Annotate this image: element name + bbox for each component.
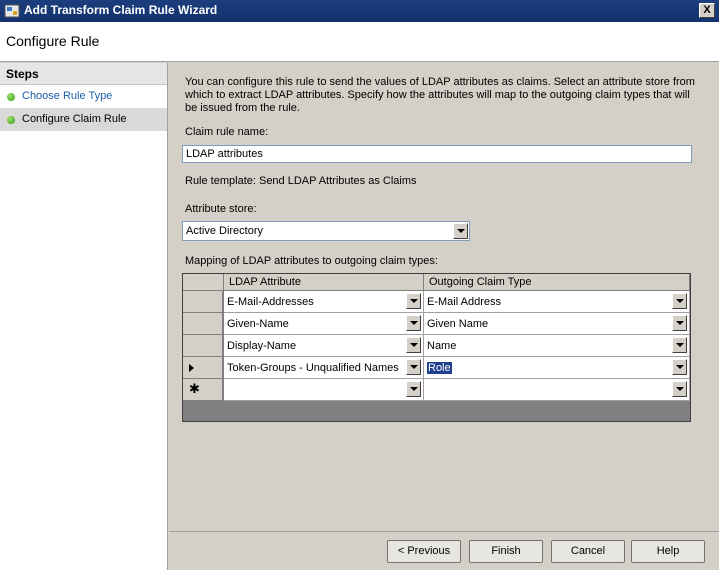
row-header[interactable] — [183, 313, 223, 335]
steps-pane: Steps Choose Rule Type Configure Claim R… — [0, 63, 168, 570]
row-header[interactable] — [183, 291, 223, 313]
attribute-store-select[interactable]: Active Directory — [182, 221, 470, 241]
ldap-attribute-cell[interactable]: Token-Groups - Unqualified Names — [224, 357, 424, 379]
app-icon — [4, 4, 20, 18]
chevron-down-icon[interactable] — [672, 293, 687, 309]
ldap-attribute-cell[interactable]: Given-Name — [224, 313, 424, 335]
ldap-attribute-cell[interactable]: E-Mail-Addresses — [224, 291, 424, 313]
ldap-attribute-value: E-Mail-Addresses — [227, 296, 314, 308]
claim-type-value: Name — [427, 340, 457, 352]
new-row-asterisk-icon: ✱ — [189, 381, 200, 396]
previous-button[interactable]: < Previous — [387, 540, 461, 563]
chevron-down-icon[interactable] — [406, 315, 421, 331]
help-button[interactable]: Help — [631, 540, 705, 563]
row-header-current[interactable] — [183, 357, 223, 379]
row-header[interactable] — [183, 335, 223, 357]
claim-type-cell[interactable]: Role — [424, 357, 690, 379]
ldap-attribute-value: Given-Name — [227, 318, 289, 330]
chevron-down-icon[interactable] — [453, 223, 468, 239]
chevron-down-icon[interactable] — [672, 315, 687, 331]
configure-rule-panel: You can configure this rule to send the … — [169, 63, 719, 531]
cancel-button[interactable]: Cancel — [551, 540, 625, 563]
page-title: Configure Rule — [6, 33, 100, 49]
step-current-icon — [7, 116, 15, 124]
attribute-store-value: Active Directory — [186, 225, 264, 237]
chevron-down-icon[interactable] — [406, 359, 421, 375]
claim-type-cell[interactable] — [424, 379, 690, 401]
chevron-down-icon[interactable] — [672, 337, 687, 353]
mapping-grid: LDAP Attribute Outgoing Claim Type E-Mai… — [182, 273, 691, 422]
claim-rule-name-label: Claim rule name: — [185, 126, 269, 138]
step-label: Configure Claim Rule — [22, 113, 127, 125]
claim-type-cell[interactable]: Given Name — [424, 313, 690, 335]
claim-rule-name-input[interactable]: LDAP attributes — [182, 145, 692, 163]
claim-type-cell[interactable]: E-Mail Address — [424, 291, 690, 313]
window-title: Add Transform Claim Rule Wizard — [24, 3, 218, 17]
column-header-outgoing-claim-type[interactable]: Outgoing Claim Type — [424, 274, 690, 291]
ldap-attribute-value: Display-Name — [227, 340, 297, 352]
step-label: Choose Rule Type — [22, 90, 113, 102]
attribute-store-label: Attribute store: — [185, 203, 257, 215]
close-icon[interactable]: X — [699, 3, 715, 18]
rule-template-text: Rule template: Send LDAP Attributes as C… — [185, 175, 417, 187]
page-header: Configure Rule — [0, 22, 719, 62]
column-header-ldap-attribute[interactable]: LDAP Attribute — [224, 274, 424, 291]
claim-type-value: Given Name — [427, 318, 489, 330]
claim-type-value: E-Mail Address — [427, 296, 501, 308]
row-header-new[interactable]: ✱ — [183, 379, 223, 401]
description-text: You can configure this rule to send the … — [185, 76, 695, 114]
chevron-down-icon[interactable] — [672, 359, 687, 375]
claim-type-cell[interactable]: Name — [424, 335, 690, 357]
ldap-attribute-value: Token-Groups - Unqualified Names — [227, 362, 399, 374]
title-bar: Add Transform Claim Rule Wizard X — [0, 0, 719, 22]
step-choose-rule-type[interactable]: Choose Rule Type — [0, 85, 167, 108]
grid-corner-header — [183, 274, 224, 291]
finish-button[interactable]: Finish — [469, 540, 543, 563]
chevron-down-icon[interactable] — [406, 293, 421, 309]
chevron-down-icon[interactable] — [672, 381, 687, 397]
mapping-label: Mapping of LDAP attributes to outgoing c… — [185, 255, 438, 267]
chevron-down-icon[interactable] — [406, 337, 421, 353]
chevron-down-icon[interactable] — [406, 381, 421, 397]
ldap-attribute-cell[interactable] — [224, 379, 424, 401]
step-configure-claim-rule[interactable]: Configure Claim Rule — [0, 108, 167, 131]
steps-heading: Steps — [0, 63, 167, 85]
step-complete-icon — [7, 93, 15, 101]
current-row-arrow-icon — [189, 364, 194, 372]
claim-type-value-selected: Role — [427, 362, 452, 374]
ldap-attribute-cell[interactable]: Display-Name — [224, 335, 424, 357]
wizard-footer: < Previous Finish Cancel Help — [169, 531, 719, 570]
